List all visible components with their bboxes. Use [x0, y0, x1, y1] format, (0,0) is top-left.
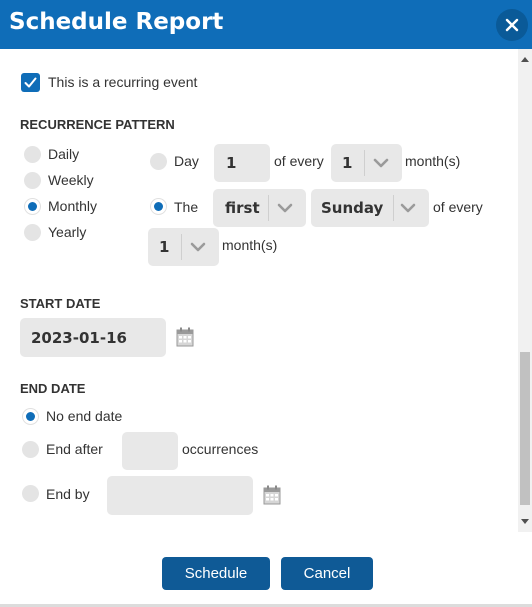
chevron-down-icon: [400, 203, 416, 213]
occurrences-label: occurrences: [182, 441, 259, 457]
radio-monthly-day[interactable]: [150, 153, 167, 170]
calendar-icon[interactable]: [176, 327, 194, 347]
radio-no-end-date-label[interactable]: No end date: [46, 408, 122, 424]
monthly-day-input[interactable]: 1: [214, 144, 270, 182]
radio-weekly[interactable]: [24, 172, 41, 189]
ordinal-select[interactable]: first: [213, 189, 306, 227]
ordinal-value: first: [225, 199, 260, 217]
monthly-day-of-every-label: of every: [274, 153, 324, 169]
radio-end-after[interactable]: [22, 441, 39, 458]
radio-monthly-label[interactable]: Monthly: [48, 198, 97, 214]
monthly-day-value: 1: [226, 154, 237, 172]
radio-end-by-label[interactable]: End by: [46, 486, 90, 502]
vertical-scrollbar[interactable]: [518, 49, 532, 532]
close-icon: [505, 18, 519, 32]
monthly-the-of-every-label: of every: [433, 199, 483, 215]
monthly-day-label: Day: [174, 153, 199, 169]
monthly-day-months-value: 1: [342, 154, 353, 172]
chevron-down-icon: [277, 203, 293, 213]
chevron-down-icon: [190, 242, 206, 252]
cancel-button[interactable]: Cancel: [281, 557, 373, 590]
checkmark-icon: [24, 77, 37, 88]
radio-yearly-label[interactable]: Yearly: [48, 224, 86, 240]
radio-weekly-label[interactable]: Weekly: [48, 172, 94, 188]
dialog-title: Schedule Report: [9, 9, 224, 35]
monthly-day-months-label: month(s): [405, 153, 461, 169]
dialog-body: This is a recurring event RECURRENCE PAT…: [0, 49, 532, 532]
start-date-heading: START DATE: [20, 296, 101, 311]
monthly-the-months-value: 1: [159, 238, 170, 256]
scroll-up-arrow-icon[interactable]: [521, 57, 529, 62]
weekday-select[interactable]: Sunday: [311, 189, 429, 227]
radio-no-end-date[interactable]: [22, 408, 39, 425]
start-date-input[interactable]: 2023-01-16: [20, 318, 166, 357]
radio-daily[interactable]: [24, 146, 41, 163]
dialog-footer: Schedule Cancel: [0, 532, 532, 607]
monthly-the-months-select[interactable]: 1: [148, 228, 219, 266]
monthly-the-months-label: month(s): [222, 237, 278, 253]
radio-monthly[interactable]: [24, 198, 41, 215]
close-button[interactable]: [496, 9, 528, 41]
schedule-button[interactable]: Schedule: [162, 557, 270, 590]
start-date-value: 2023-01-16: [31, 328, 127, 347]
radio-daily-label[interactable]: Daily: [48, 146, 79, 162]
recurrence-pattern-heading: RECURRENCE PATTERN: [20, 117, 175, 132]
end-date-heading: END DATE: [20, 381, 86, 396]
scroll-down-arrow-icon[interactable]: [521, 519, 529, 524]
scrollbar-thumb[interactable]: [520, 352, 530, 505]
monthly-the-label: The: [174, 199, 199, 215]
end-by-date-input[interactable]: [107, 476, 253, 515]
calendar-icon[interactable]: [263, 485, 281, 505]
recurring-label: This is a recurring event: [48, 74, 198, 90]
monthly-day-months-select[interactable]: 1: [331, 144, 402, 182]
chevron-down-icon: [373, 158, 389, 168]
dialog-titlebar: Schedule Report: [0, 0, 532, 49]
radio-end-by[interactable]: [22, 485, 39, 502]
radio-end-after-label[interactable]: End after: [46, 441, 103, 457]
radio-yearly[interactable]: [24, 224, 41, 241]
radio-monthly-the[interactable]: [150, 198, 167, 215]
occurrences-input[interactable]: [122, 432, 178, 470]
weekday-value: Sunday: [321, 199, 384, 217]
recurring-checkbox[interactable]: [21, 73, 40, 92]
